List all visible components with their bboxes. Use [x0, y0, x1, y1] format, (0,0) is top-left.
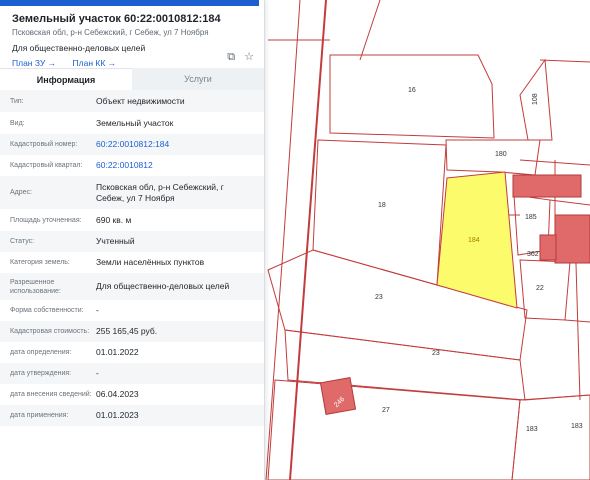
row-approval-date: дата утверждения: - — [0, 363, 264, 384]
row-value: Псковская обл, р-н Себежский, г Себеж, у… — [96, 181, 224, 203]
row-label: дата внесения сведений: — [10, 391, 92, 398]
row-value: 690 кв. м — [96, 214, 132, 225]
row-label: дата определения: — [10, 349, 72, 356]
tab-services[interactable]: Услуги — [132, 68, 264, 90]
row-label: Площадь уточненная: — [10, 216, 82, 224]
row-cadastral-quarter: Кадастровый квартал: 60:22:0010812 — [0, 155, 264, 176]
row-cadastral-number: Кадастровый номер: 60:22:0010812:184 — [0, 134, 264, 155]
row-label: дата утверждения: — [10, 370, 72, 377]
row-label: дата применения: — [10, 412, 69, 419]
star-icon[interactable]: ☆ — [244, 51, 254, 63]
parcel-number-18: 18 — [378, 202, 386, 209]
parcel-number-362: 362 — [527, 251, 539, 258]
parcel-number-23-lower: 23 — [432, 350, 440, 357]
parcel-number-184: 184 — [468, 237, 480, 244]
row-label: Форма собственности: — [10, 307, 84, 314]
row-value: Объект недвижимости — [96, 95, 185, 106]
building[interactable] — [512, 174, 582, 198]
row-kind: Вид: Земельный участок — [0, 112, 264, 134]
row-value: - — [96, 368, 99, 378]
row-application-date: дата применения: 01.01.2023 — [0, 405, 264, 426]
row-value: Земли населённых пунктов — [96, 257, 205, 267]
row-status: Статус: Учтенный — [0, 231, 264, 252]
parcel-number-185: 185 — [525, 214, 537, 221]
row-value: - — [96, 305, 99, 315]
tab-info[interactable]: Информация — [0, 68, 132, 90]
info-panel: Земельный участок 60:22:0010812:184 Пско… — [0, 0, 265, 480]
row-permitted-use: Разрешенное использование: Для обществен… — [0, 273, 264, 300]
tab-bar: Информация Услуги — [0, 68, 264, 90]
row-value: Земельный участок — [96, 117, 174, 128]
info-table: Тип: Объект недвижимости Вид: Земельный … — [0, 90, 264, 426]
row-label: Кадастровый номер: — [10, 141, 78, 148]
parcel-number-108: 108 — [532, 93, 539, 105]
row-type: Тип: Объект недвижимости — [0, 90, 264, 112]
parcel-number-23: 23 — [375, 294, 383, 301]
row-label: Статус: — [10, 238, 35, 245]
top-accent-bar — [0, 0, 259, 6]
copy-icon[interactable]: ⧉ — [227, 51, 235, 63]
row-determination-date: дата определения: 01.01.2022 — [0, 342, 264, 363]
parcel-number-22: 22 — [536, 285, 544, 292]
row-label: Кадастровый квартал: — [10, 162, 83, 169]
row-address: Адрес: Псковская обл, р-н Себежский, г С… — [0, 176, 264, 209]
building[interactable] — [539, 234, 557, 261]
row-value: 255 165,45 руб. — [96, 326, 158, 336]
row-land-category: Категория земель: Земли населённых пункт… — [0, 252, 264, 273]
page-title: Земельный участок 60:22:0010812:184 — [12, 13, 221, 25]
row-value: 01.01.2022 — [96, 347, 139, 357]
parcel-number-27: 27 — [382, 407, 390, 414]
row-area: Площадь уточненная: 690 кв. м — [0, 209, 264, 231]
row-label: Вид: — [10, 119, 25, 127]
plan-zu-link[interactable]: План ЗУ → — [12, 58, 56, 68]
row-cadastral-cost: Кадастровая стоимость: 255 165,45 руб. — [0, 321, 264, 342]
row-ownership: Форма собственности: - — [0, 300, 264, 321]
row-label: Адрес: — [10, 189, 32, 196]
parcel-number-183: 183 — [526, 426, 538, 433]
row-label: Категория земель: — [10, 259, 70, 266]
row-label: Тип: — [10, 97, 24, 105]
row-value: 01.01.2023 — [96, 410, 139, 420]
row-entry-date: дата внесения сведений: 06.04.2023 — [0, 384, 264, 405]
parcel-number-16: 16 — [408, 87, 416, 94]
building[interactable] — [554, 214, 590, 264]
plan-kk-link[interactable]: План КК → — [73, 58, 117, 68]
parcel-number-180: 180 — [495, 151, 507, 158]
header-actions: ⧉ ☆ — [221, 50, 254, 64]
row-value: 06.04.2023 — [96, 389, 139, 399]
row-value: Учтенный — [96, 236, 135, 246]
row-label: Кадастровая стоимость: — [10, 328, 90, 335]
cadastral-number-link[interactable]: 60:22:0010812:184 — [96, 139, 254, 150]
parcel-address: Псковская обл, р-н Себежский, г Себеж, у… — [12, 28, 209, 37]
cadastral-quarter-link[interactable]: 60:22:0010812 — [96, 160, 254, 171]
row-label: Разрешенное использование: — [10, 278, 61, 295]
row-value: Для общественно-деловых целей — [96, 281, 230, 291]
parcel-number-183-right: 183 — [571, 423, 583, 430]
